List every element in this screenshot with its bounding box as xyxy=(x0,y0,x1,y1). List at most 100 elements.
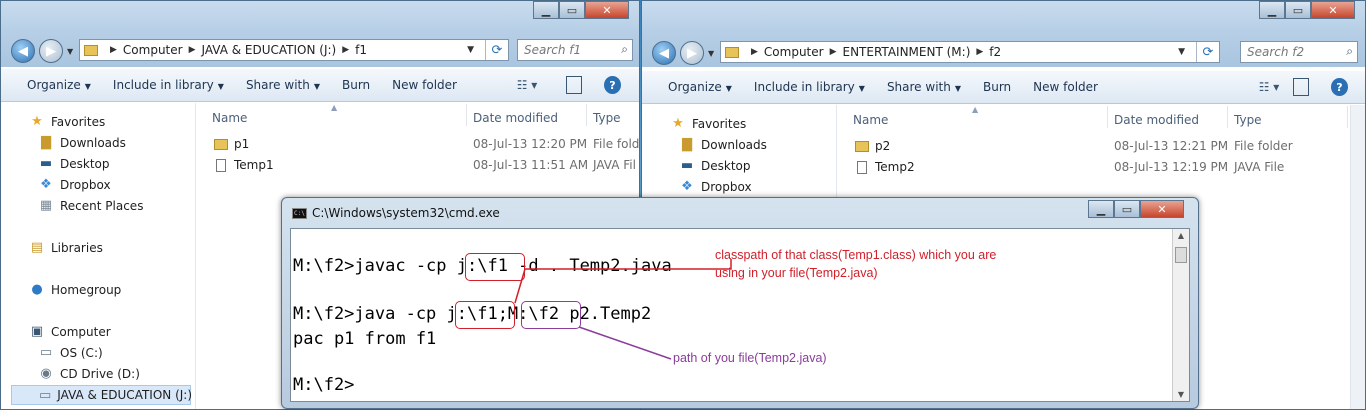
cmd-title: C:\Windows\system32\cmd.exe xyxy=(312,206,500,220)
column-header-name[interactable]: Name xyxy=(853,113,888,127)
computer-icon: ▣ xyxy=(30,324,44,339)
address-bar[interactable]: ▶ Computer ▶ ENTERTAINMENT (M:) ▶ f2 ▼ ⟳ xyxy=(720,41,1220,63)
nav-downloads[interactable]: ▇ Downloads xyxy=(679,137,767,152)
nav-desktop[interactable]: ▬ Desktop xyxy=(679,158,751,173)
folder-icon xyxy=(214,139,228,150)
breadcrumb-item[interactable]: f1 xyxy=(355,43,367,57)
back-arrow-icon[interactable]: ◀ xyxy=(11,39,35,63)
file-date: 08-Jul-13 12:21 PM xyxy=(1114,139,1229,153)
address-bar[interactable]: ▶ Computer ▶ JAVA & EDUCATION (J:) ▶ f1 … xyxy=(79,39,509,61)
preview-pane-icon[interactable] xyxy=(1293,78,1309,96)
forward-arrow-icon[interactable]: ▶ xyxy=(39,39,63,63)
new-folder-button[interactable]: New folder xyxy=(381,78,468,92)
close-button[interactable]: ✕ xyxy=(585,1,629,19)
organize-button[interactable]: Organize ▼ xyxy=(642,80,743,94)
close-button[interactable]: ✕ xyxy=(1140,200,1184,218)
cmd-icon: C:\ xyxy=(292,208,307,219)
dropbox-icon: ❖ xyxy=(40,177,52,192)
minimize-button[interactable]: ▁ xyxy=(1088,200,1114,218)
desktop-icon: ▬ xyxy=(680,158,694,173)
column-header-type[interactable]: Type xyxy=(1234,113,1262,127)
breadcrumb-item[interactable]: f2 xyxy=(989,45,1001,59)
close-button[interactable]: ✕ xyxy=(1311,1,1355,19)
forward-arrow-icon[interactable]: ▶ xyxy=(680,41,704,65)
search-placeholder: Search f2 xyxy=(1247,45,1305,59)
search-icon[interactable]: ⌕ xyxy=(1346,44,1353,59)
column-header-type[interactable]: Type xyxy=(593,111,621,125)
file-row[interactable]: Temp1 xyxy=(214,158,274,172)
search-icon[interactable]: ⌕ xyxy=(621,42,628,57)
file-date: 08-Jul-13 11:51 AM xyxy=(473,158,589,172)
burn-button[interactable]: Burn xyxy=(972,80,1022,94)
path-note: path of you file(Temp2.java) xyxy=(673,351,827,365)
view-icon[interactable]: ☷ ▾ xyxy=(1254,78,1284,96)
burn-button[interactable]: Burn xyxy=(331,78,381,92)
nav-computer[interactable]: ▣ Computer xyxy=(29,324,111,339)
maximize-button[interactable]: ▭ xyxy=(559,1,585,19)
console-output[interactable]: M:\f2>javac -cp j:\f1 -d . Temp2.java M:… xyxy=(290,228,1190,402)
window-controls: ▁ ▭ ✕ xyxy=(1088,200,1184,218)
refresh-icon[interactable]: ⟳ xyxy=(485,40,508,60)
nav-favorites[interactable]: ★ Favorites xyxy=(670,116,746,131)
file-date: 08-Jul-13 12:20 PM xyxy=(473,137,588,151)
search-input[interactable]: Search f1 ⌕ xyxy=(517,39,633,61)
help-icon[interactable]: ? xyxy=(604,76,621,94)
minimize-button[interactable]: ▁ xyxy=(533,1,559,19)
file-row[interactable]: Temp2 xyxy=(855,160,915,174)
drive-icon: ▭ xyxy=(39,345,53,360)
nav-libraries[interactable]: ▤ Libraries xyxy=(29,240,103,255)
window-controls: ▁ ▭ ✕ xyxy=(1259,1,1355,19)
breadcrumb-item[interactable]: Computer xyxy=(764,45,824,59)
download-folder-icon: ▇ xyxy=(41,135,51,150)
organize-button[interactable]: Organize ▼ xyxy=(1,78,102,92)
include-in-library-button[interactable]: Include in library ▼ xyxy=(743,80,876,94)
nav-drive-c[interactable]: ▭ OS (C:) xyxy=(38,345,103,360)
maximize-button[interactable]: ▭ xyxy=(1114,200,1140,218)
nav-downloads[interactable]: ▇ Downloads xyxy=(38,135,126,150)
nav-drive-d[interactable]: ◉ CD Drive (D:) xyxy=(38,366,140,381)
desktop-icon: ▬ xyxy=(39,156,53,171)
refresh-icon[interactable]: ⟳ xyxy=(1196,42,1219,62)
column-header-date[interactable]: Date modified xyxy=(1114,113,1199,127)
include-in-library-button[interactable]: Include in library ▼ xyxy=(102,78,235,92)
share-with-button[interactable]: Share with ▼ xyxy=(876,80,972,94)
view-icon[interactable]: ☷ ▾ xyxy=(512,76,542,94)
preview-pane-icon[interactable] xyxy=(566,76,582,94)
console-scrollbar[interactable]: ▲ ▼ xyxy=(1172,229,1189,401)
share-with-button[interactable]: Share with ▼ xyxy=(235,78,331,92)
homegroup-icon: ● xyxy=(31,282,43,297)
file-row[interactable]: p2 xyxy=(855,139,890,153)
new-folder-button[interactable]: New folder xyxy=(1022,80,1109,94)
classpath-note: classpath of that class(Temp1.class) whi… xyxy=(715,248,997,262)
breadcrumb-item[interactable]: ENTERTAINMENT (M:) xyxy=(843,45,971,59)
nav-desktop[interactable]: ▬ Desktop xyxy=(38,156,110,171)
scroll-down-icon[interactable]: ▼ xyxy=(1173,390,1189,399)
breadcrumb-item[interactable]: Computer xyxy=(123,43,183,57)
file-type: File folder xyxy=(1234,139,1293,153)
nav-drive-j[interactable]: ▭ JAVA & EDUCATION (J:) xyxy=(11,385,192,405)
search-placeholder: Search f1 xyxy=(524,43,582,57)
nav-dropbox[interactable]: ❖ Dropbox xyxy=(679,179,751,194)
file-type: JAVA Fil xyxy=(593,158,636,172)
nav-dropbox[interactable]: ❖ Dropbox xyxy=(38,177,110,192)
column-header-name[interactable]: Name xyxy=(212,111,247,125)
scroll-thumb[interactable] xyxy=(1175,247,1187,263)
chevron-down-icon[interactable]: ▼ xyxy=(67,47,73,56)
nav-favorites[interactable]: ★ Favorites xyxy=(29,114,105,129)
file-row[interactable]: p1 xyxy=(214,137,249,151)
nav-recent-places[interactable]: ▦ Recent Places xyxy=(38,198,144,213)
nav-homegroup[interactable]: ● Homegroup xyxy=(29,282,121,297)
back-arrow-icon[interactable]: ◀ xyxy=(652,41,676,65)
maximize-button[interactable]: ▭ xyxy=(1285,1,1311,19)
search-input[interactable]: Search f2 ⌕ xyxy=(1240,41,1358,63)
chevron-down-icon[interactable]: ▼ xyxy=(708,49,714,58)
library-icon: ▤ xyxy=(30,240,44,255)
vertical-scrollbar[interactable] xyxy=(1350,105,1365,409)
minimize-button[interactable]: ▁ xyxy=(1259,1,1285,19)
help-icon[interactable]: ? xyxy=(1331,78,1348,96)
column-header-date[interactable]: Date modified xyxy=(473,111,558,125)
command-bar: Organize ▼ Include in library ▼ Share with… xyxy=(642,71,1365,104)
scroll-up-icon[interactable]: ▲ xyxy=(1173,231,1189,240)
star-icon: ★ xyxy=(31,114,43,129)
breadcrumb-item[interactable]: JAVA & EDUCATION (J:) xyxy=(202,43,337,57)
